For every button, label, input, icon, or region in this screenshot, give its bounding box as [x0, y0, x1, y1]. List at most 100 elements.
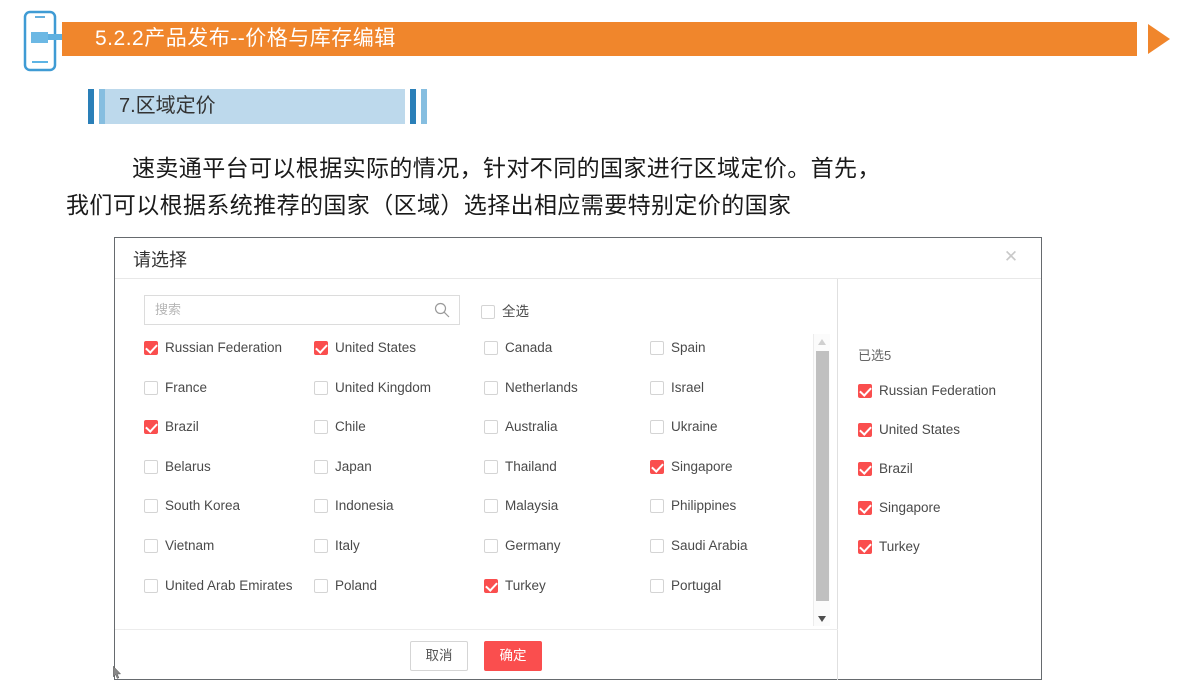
- checkbox-box[interactable]: [858, 384, 872, 398]
- country-label: Malaysia: [505, 498, 559, 514]
- checkbox-box[interactable]: [650, 578, 664, 593]
- checkbox-box[interactable]: [144, 380, 158, 395]
- country-checkbox[interactable]: Japan: [314, 458, 372, 476]
- checkbox-box[interactable]: [650, 459, 664, 474]
- dialog-header: 请选择 ✕: [115, 238, 1041, 279]
- country-checkbox[interactable]: Germany: [484, 537, 561, 555]
- country-label: Vietnam: [165, 538, 215, 553]
- checkbox-box[interactable]: [484, 459, 498, 474]
- country-checkbox[interactable]: United States: [314, 339, 416, 357]
- section-title-label: 7.区域定价: [105, 89, 405, 124]
- body-paragraph: 速卖通平台可以根据实际的情况，针对不同的国家进行区域定价。首先， 我们可以根据系…: [66, 150, 1146, 224]
- selected-country-item[interactable]: Russian Federation: [858, 382, 996, 400]
- country-checkbox[interactable]: Vietnam: [144, 537, 214, 555]
- checkbox-box[interactable]: [144, 420, 158, 435]
- country-label: Israel: [671, 379, 705, 395]
- checkbox-box[interactable]: [144, 341, 158, 355]
- country-checkbox[interactable]: Saudi Arabia: [650, 537, 748, 555]
- checkbox-box[interactable]: [858, 423, 872, 437]
- country-checkbox[interactable]: Poland: [314, 577, 377, 595]
- country-checkbox[interactable]: Singapore: [650, 458, 733, 476]
- country-checkbox[interactable]: Ukraine: [650, 418, 718, 436]
- select-all-checkbox[interactable]: 全选: [481, 300, 529, 320]
- country-label: Belarus: [165, 458, 211, 474]
- checkbox-box[interactable]: [144, 578, 158, 593]
- country-label: Brazil: [165, 419, 199, 435]
- country-checkbox[interactable]: Malaysia: [484, 497, 558, 515]
- country-label: United Kingdom: [335, 379, 432, 395]
- checkbox-box[interactable]: [144, 459, 158, 474]
- checkbox-box[interactable]: [314, 578, 328, 593]
- checkbox-box[interactable]: [858, 501, 872, 515]
- country-label: United Arab Emirates: [165, 577, 293, 593]
- checkbox-box[interactable]: [484, 341, 498, 355]
- close-icon[interactable]: ✕: [1001, 247, 1021, 267]
- chevron-up-icon[interactable]: [814, 334, 831, 349]
- slide-banner-title: 5.2.2产品发布--价格与库存编辑: [95, 27, 396, 50]
- country-checkbox[interactable]: South Korea: [144, 497, 240, 515]
- country-checkbox[interactable]: Australia: [484, 418, 558, 436]
- selected-country-item[interactable]: Brazil: [858, 460, 913, 478]
- search-icon[interactable]: [434, 302, 450, 318]
- scrollbar-thumb[interactable]: [816, 351, 829, 601]
- confirm-button[interactable]: 确定: [484, 641, 542, 671]
- checkbox-box[interactable]: [650, 341, 664, 355]
- country-checkbox[interactable]: United Arab Emirates: [144, 577, 293, 595]
- country-label: Germany: [505, 538, 561, 553]
- country-label: Saudi Arabia: [671, 538, 748, 553]
- checkbox-box[interactable]: [484, 380, 498, 395]
- country-checkbox[interactable]: Philippines: [650, 497, 736, 515]
- checkbox-box[interactable]: [858, 540, 872, 554]
- country-checkbox[interactable]: Thailand: [484, 458, 557, 476]
- country-checkbox[interactable]: Russian Federation: [144, 339, 282, 357]
- checkbox-box[interactable]: [314, 380, 328, 395]
- selected-country-item[interactable]: Turkey: [858, 538, 920, 556]
- checkbox-box[interactable]: [314, 459, 328, 474]
- country-checkbox[interactable]: United Kingdom: [314, 379, 431, 397]
- checkbox-box[interactable]: [484, 578, 498, 593]
- country-checkbox[interactable]: Spain: [650, 339, 706, 357]
- checkbox-box[interactable]: [484, 420, 498, 435]
- checkbox-box[interactable]: [650, 380, 664, 395]
- checkbox-box[interactable]: [650, 420, 664, 435]
- body-line-1: 速卖通平台可以根据实际的情况，针对不同的国家进行区域定价。首先，: [132, 155, 881, 181]
- selected-country-item[interactable]: Singapore: [858, 499, 941, 517]
- selected-country-label: Turkey: [879, 539, 920, 554]
- checkbox-box[interactable]: [484, 539, 498, 553]
- checkbox-box[interactable]: [650, 499, 664, 514]
- checkbox-box[interactable]: [314, 341, 328, 355]
- country-label: Chile: [335, 419, 366, 435]
- country-checkbox[interactable]: Turkey: [484, 577, 546, 595]
- country-label: Ukraine: [671, 419, 718, 435]
- dialog-title: 请选择: [133, 250, 187, 270]
- checkbox-box[interactable]: [314, 499, 328, 514]
- country-checkbox[interactable]: Italy: [314, 537, 360, 555]
- country-checkbox[interactable]: Indonesia: [314, 497, 394, 515]
- chevron-down-icon[interactable]: [814, 611, 831, 626]
- country-checkbox[interactable]: Canada: [484, 339, 552, 357]
- checkbox-box[interactable]: [858, 462, 872, 476]
- country-checkbox[interactable]: Israel: [650, 379, 704, 397]
- slide-header: 5.2.2产品发布--价格与库存编辑: [0, 0, 1200, 80]
- checkbox-box[interactable]: [314, 539, 328, 553]
- checkbox-box[interactable]: [144, 539, 158, 553]
- mouse-cursor-icon: [113, 666, 122, 679]
- country-list-scrollbar[interactable]: [813, 334, 830, 626]
- country-checkbox[interactable]: Belarus: [144, 458, 211, 476]
- selected-count-label: 已选5: [858, 348, 892, 363]
- checkbox-box[interactable]: [314, 420, 328, 435]
- checkbox-box[interactable]: [484, 499, 498, 514]
- country-checkbox[interactable]: France: [144, 379, 207, 397]
- checkbox-box[interactable]: [144, 499, 158, 514]
- country-checkbox[interactable]: Portugal: [650, 577, 721, 595]
- country-label: Italy: [335, 538, 360, 553]
- selected-countries-pane: 已选5 Russian Federation United States Brazi…: [838, 279, 1042, 680]
- checkbox-box[interactable]: [481, 305, 495, 319]
- cancel-button[interactable]: 取消: [410, 641, 468, 671]
- search-input[interactable]: 搜索: [144, 295, 460, 325]
- country-checkbox[interactable]: Netherlands: [484, 379, 578, 397]
- country-checkbox[interactable]: Brazil: [144, 418, 199, 436]
- country-checkbox[interactable]: Chile: [314, 418, 366, 436]
- checkbox-box[interactable]: [650, 539, 664, 553]
- selected-country-item[interactable]: United States: [858, 421, 960, 439]
